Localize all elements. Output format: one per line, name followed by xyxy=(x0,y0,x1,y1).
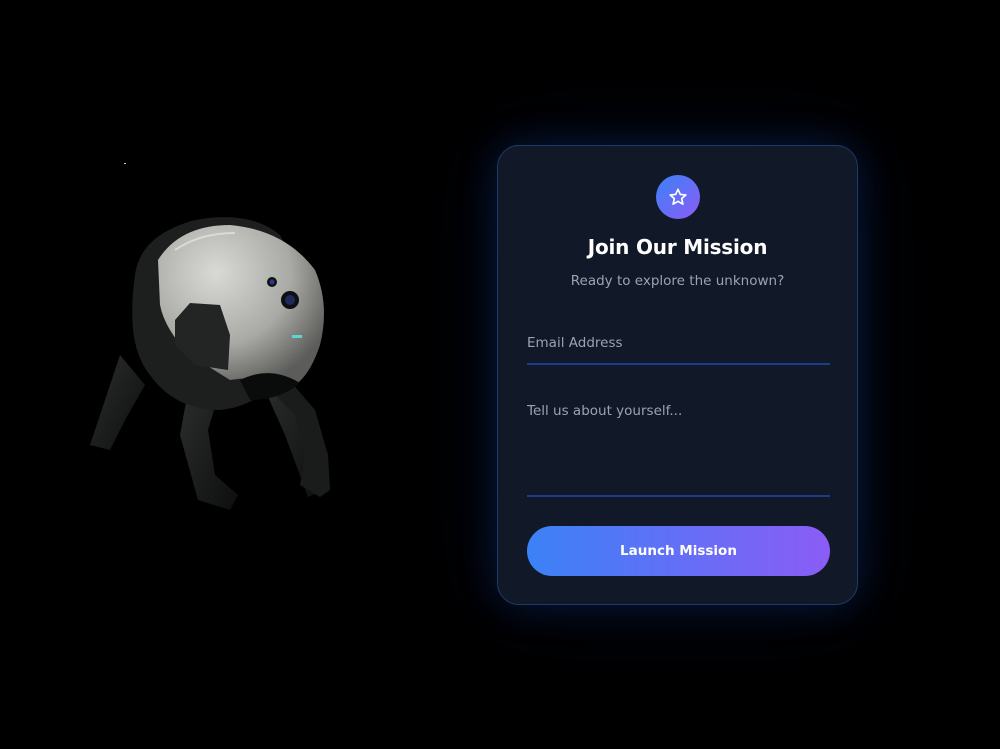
launch-mission-button[interactable]: Launch Mission xyxy=(527,526,830,576)
signup-card: Join Our Mission Ready to explore the un… xyxy=(497,145,858,605)
robot-illustration xyxy=(90,217,330,510)
page-background: Join Our Mission Ready to explore the un… xyxy=(0,0,1000,749)
email-field[interactable] xyxy=(527,332,830,365)
card-subtitle: Ready to explore the unknown? xyxy=(570,273,785,289)
card-title: Join Our Mission xyxy=(587,235,768,259)
star-speck xyxy=(124,163,126,164)
about-textarea[interactable] xyxy=(527,398,830,497)
mission-badge xyxy=(656,175,700,219)
star-icon xyxy=(669,188,687,206)
